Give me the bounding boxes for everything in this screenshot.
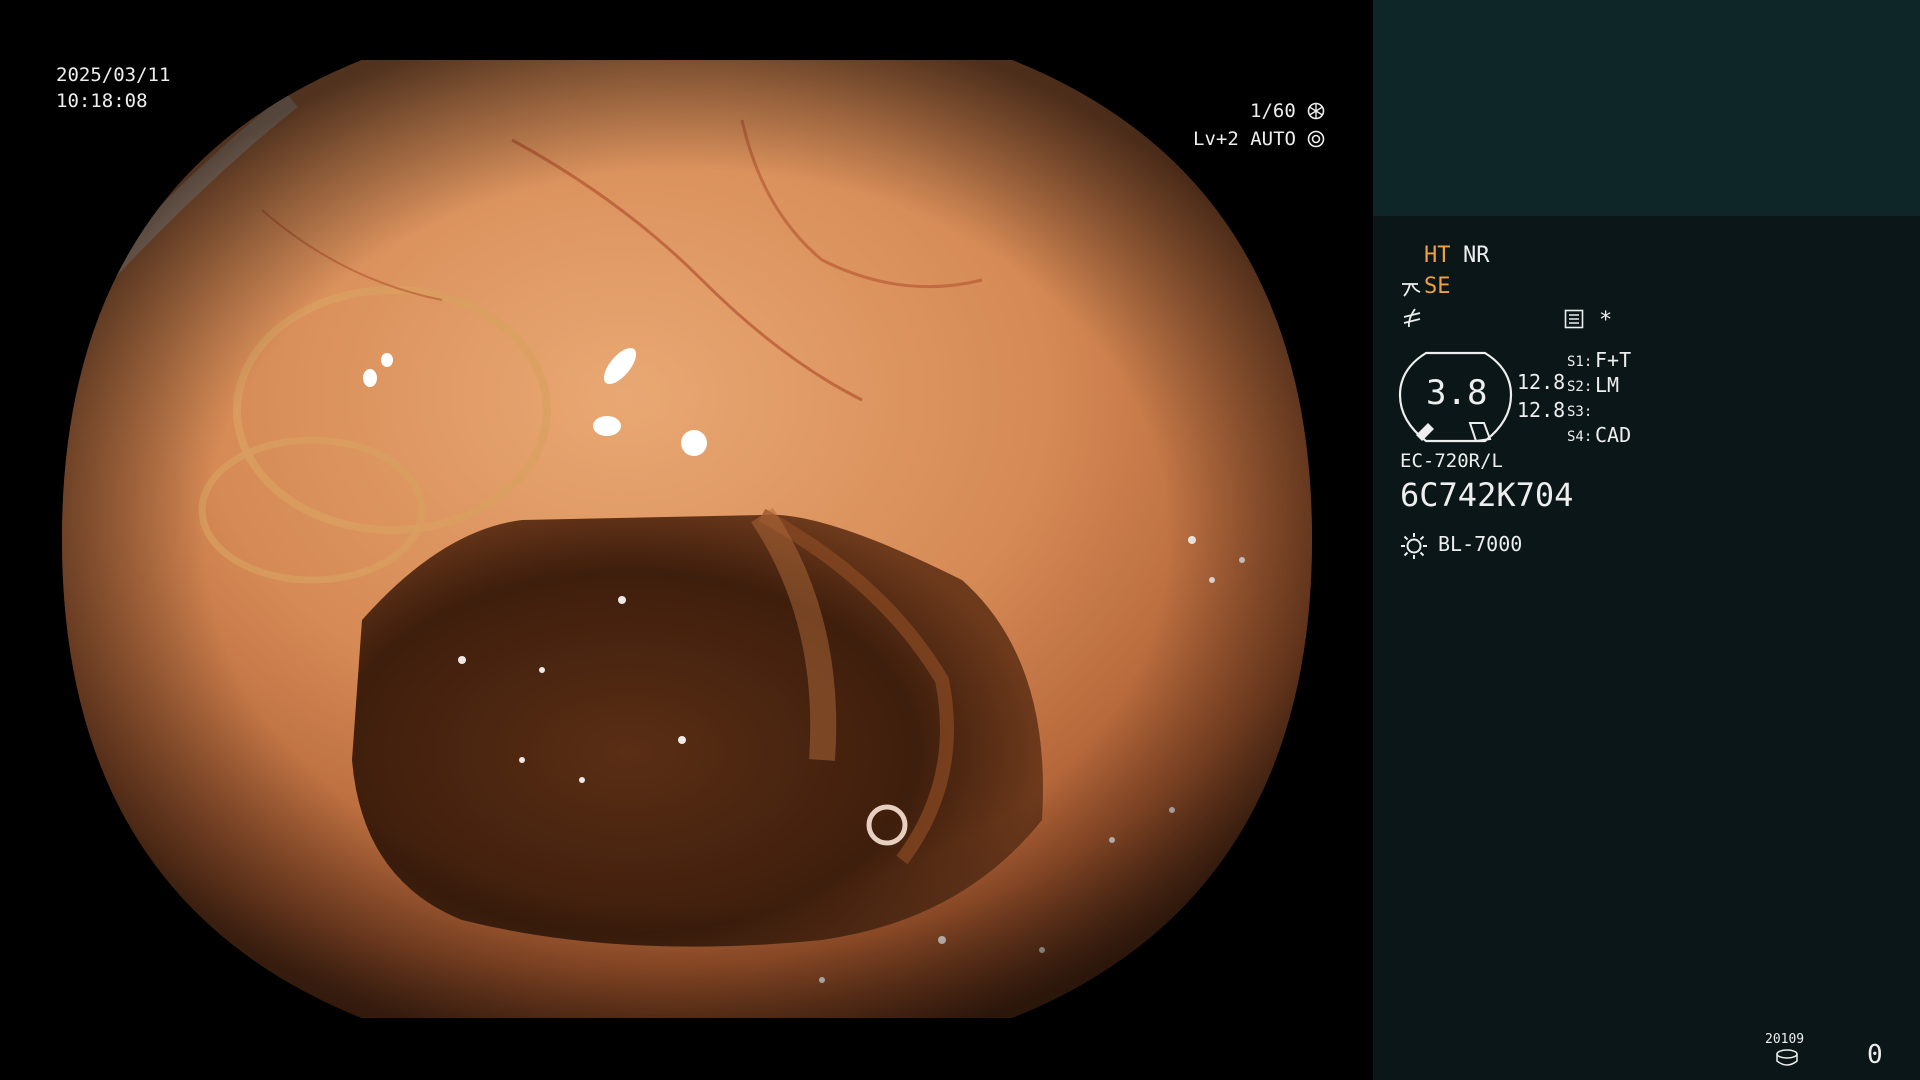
panel-header-area xyxy=(1373,0,1920,216)
light-source: BL-7000 xyxy=(1438,532,1523,556)
endoscope-view: 2025/03/11 10:18:08 1/60 Lv+2 AUTO xyxy=(0,0,1372,1080)
brightness-level: Lv+2 xyxy=(1193,128,1239,150)
scope-model: EC-720R/L xyxy=(1400,450,1503,472)
storage-code: 20109 xyxy=(1765,1032,1805,1047)
aperture-icon xyxy=(1307,102,1325,120)
s4-value: CAD xyxy=(1595,423,1632,447)
shutter-value: 1/60 xyxy=(1250,100,1296,122)
s4-key: S4: xyxy=(1567,429,1593,445)
capture-count: 0 xyxy=(1867,1040,1883,1070)
star-indicator: * xyxy=(1599,308,1613,333)
value-bottom: 12.8 xyxy=(1517,398,1566,422)
iris-icon xyxy=(1308,130,1325,148)
scope-serial: 6C742K704 xyxy=(1400,476,1574,514)
menu-icon xyxy=(1564,309,1584,329)
wave-icon xyxy=(1403,308,1421,328)
scissors-icon xyxy=(1402,283,1421,297)
s2-value: LM xyxy=(1595,373,1620,397)
zoom-value: 3.8 xyxy=(1426,373,1488,413)
lamp-icon xyxy=(1401,533,1427,559)
exposure-mode: AUTO xyxy=(1250,128,1296,150)
date-text: 2025/03/11 xyxy=(56,64,171,86)
disk-icon xyxy=(1776,1049,1798,1066)
info-panel: HT NR SE * 3.8 12.8 12.8 S1: F+T S2: LM … xyxy=(1373,0,1920,1080)
s3-key: S3: xyxy=(1567,404,1593,420)
value-top: 12.8 xyxy=(1517,370,1566,394)
s1-key: S1: xyxy=(1567,354,1593,370)
time-text: 10:18:08 xyxy=(56,90,148,112)
s2-key: S2: xyxy=(1567,379,1593,395)
nr-indicator: NR xyxy=(1463,243,1490,268)
se-indicator: SE xyxy=(1424,274,1451,299)
s1-value: F+T xyxy=(1595,348,1632,372)
exposure-info: Lv+2 AUTO xyxy=(1193,126,1325,152)
endoscopic-image xyxy=(62,60,1312,1018)
ht-indicator: HT xyxy=(1424,243,1451,268)
shutter-speed: 1/60 xyxy=(1250,98,1325,124)
